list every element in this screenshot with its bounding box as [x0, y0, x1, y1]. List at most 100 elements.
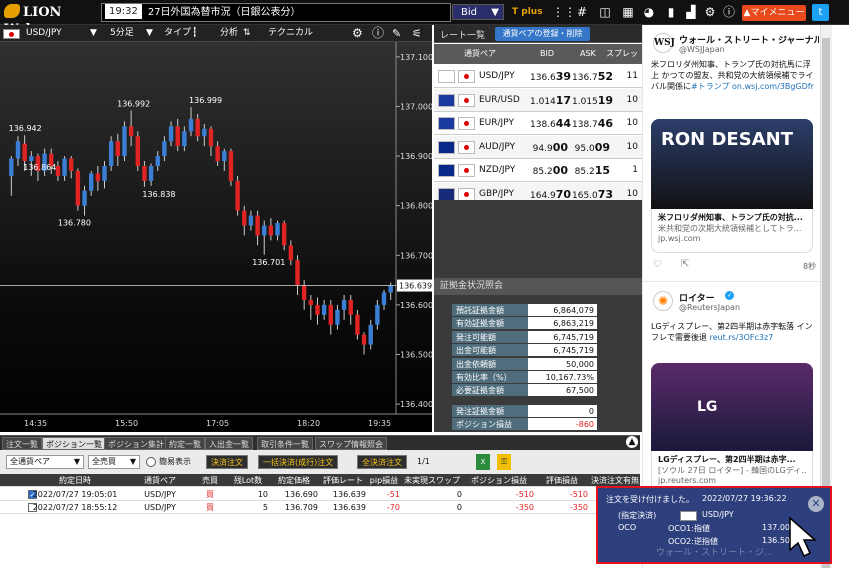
tab-bottom-1[interactable]: ポジション一覧 [42, 437, 106, 450]
rate-bid[interactable]: 1.01417 [530, 89, 571, 114]
chart-type-select[interactable]: タイプ [164, 25, 191, 42]
rate-bid[interactable]: 85.200 [530, 159, 568, 184]
collapse-icon[interactable]: ▲ [626, 436, 638, 448]
all-settle-button[interactable]: 全決済注文 [357, 455, 407, 469]
position-col-header[interactable]: 約定日時 [22, 474, 128, 487]
rate-pair[interactable]: AUD/JPY [479, 136, 515, 159]
technical-button[interactable]: テクニカル [268, 25, 313, 42]
price-chart[interactable]: 137.100 137.000 136.900 136.800 136.700 136.6… [0, 42, 432, 432]
news-headline[interactable]: 27日外国為替市況（日銀公表分） [148, 7, 301, 18]
side-filter-select[interactable]: 全売買 ▼ [88, 455, 140, 469]
tplus-logo[interactable]: T plus [512, 4, 546, 20]
rate-pair[interactable]: USD/JPY [479, 65, 515, 88]
tab-bottom-0[interactable]: 注文一覧 [2, 437, 42, 450]
hash-icon[interactable]: # [575, 5, 589, 19]
tweet-link[interactable]: reut.rs/3OFc3z7 [710, 333, 774, 342]
tab-bottom-6[interactable]: スワップ情報照会 [315, 437, 387, 450]
settle-order-button[interactable]: 決済注文 [206, 455, 248, 469]
candle-body [69, 158, 74, 171]
price-annotation: 136.780 [58, 219, 91, 228]
tab-bottom-3[interactable]: 約定一覧 [165, 437, 205, 450]
gear-icon[interactable]: ⚙ [703, 5, 717, 19]
bar-chart-icon[interactable]: ▮ [664, 5, 678, 19]
table-row[interactable]: ✓ 2022/07/27 19:05:01 USD/JPY 買 10 136.690 136… [0, 488, 640, 501]
settings-icon[interactable]: ⚙ [352, 25, 363, 42]
news-icon[interactable]: ◫ [598, 5, 612, 19]
tab-rate-list[interactable]: レート一覧 [440, 28, 485, 41]
rate-row[interactable]: USD/JPY 136.639 136.752 11 [434, 65, 642, 88]
cell-time: 2022/07/27 19:05:01 [32, 490, 118, 499]
rate-pair[interactable]: EUR/JPY [479, 112, 514, 135]
tweet-card[interactable]: 米フロリダ州知事、トランプ氏の対抗... 米共和党の次期大統領候補としてトラ..… [651, 209, 813, 253]
price-annotation: 136.838 [142, 190, 175, 199]
news-ticker[interactable]: 19:32 27日外国為替市況（日銀公表分） [101, 3, 451, 22]
tweet-author-handle[interactable]: @ReutersJapan [679, 303, 740, 312]
candlestick-chart[interactable]: 137.100 137.000 136.900 136.800 136.700 136.6… [0, 42, 432, 432]
position-col-header[interactable]: ポジション損益 [464, 474, 534, 487]
lock-icon[interactable]: ⚿ [497, 454, 511, 470]
rate-ask[interactable]: 136.752 [572, 65, 613, 90]
rate-row[interactable]: NZD/JPY 85.200 85.215 1 [434, 159, 642, 184]
info-icon[interactable]: ⓘ [722, 5, 736, 19]
rate-row[interactable]: EUR/USD 1.01417 1.01519 10 [434, 88, 642, 114]
share-icon[interactable]: ⇱ [681, 259, 689, 270]
grid-icon[interactable]: ⋮⋮ [552, 5, 576, 19]
my-menu-button[interactable]: ▲マイメニュー [742, 5, 806, 21]
table-row[interactable]: 2022/07/27 18:55:12 USD/JPY 買 5 136.709 136.6… [0, 501, 640, 514]
order-toast[interactable]: 注文を受け付けました。 2022/07/27 19:36:22 ✕ (指定決済)… [596, 486, 832, 564]
rate-bid[interactable]: 94.900 [530, 136, 568, 161]
rate-ask[interactable]: 1.01519 [572, 89, 613, 114]
chart-pair-select[interactable]: USD/JPY [26, 25, 62, 42]
position-col-header[interactable]: 未実現スワップ [402, 474, 462, 487]
analysis-select[interactable]: 分析 [220, 25, 238, 42]
rate-pair[interactable]: EUR/USD [479, 89, 520, 112]
position-col-header[interactable]: 残Lot数 [228, 474, 268, 487]
pen-icon[interactable]: ✎ [392, 25, 401, 42]
candle-body [22, 143, 27, 162]
pair-filter-select[interactable]: 全通貨ペア ▼ [6, 455, 84, 469]
tab-bottom-2[interactable]: ポジション集計 [104, 437, 168, 450]
rate-ask[interactable]: 85.215 [572, 159, 610, 184]
chart-pie-icon[interactable]: ◕ [642, 5, 656, 19]
position-col-header[interactable]: 売買 [196, 474, 224, 487]
bulk-settle-button[interactable]: 一括決済(成行)注文 [258, 455, 339, 469]
rate-ask[interactable]: 138.746 [572, 112, 613, 137]
paint-icon[interactable]: ▟ [684, 5, 698, 19]
rate-bid[interactable]: 138.644 [530, 112, 571, 137]
draw-tools-icon[interactable]: ⚟ [412, 25, 422, 42]
tweet-link[interactable]: #トランプ on.wsj.com/3BgGDfr [691, 82, 814, 91]
position-col-header[interactable]: pip損益 [368, 474, 400, 487]
simple-view-radio[interactable] [146, 457, 156, 467]
rate-pair[interactable]: NZD/JPY [479, 159, 515, 182]
position-header: 約定日時 通貨ペア 売買 残Lot数 約定価格 評価レート pip損益 未実現スワップ ポジショ… [0, 474, 640, 487]
margin-value: 6,863,219 [528, 317, 597, 330]
bid-ask-select[interactable]: Bid ▼ [452, 4, 504, 20]
rate-row[interactable]: AUD/JPY 94.900 95.009 10 [434, 135, 642, 161]
position-col-header[interactable]: 約定価格 [270, 474, 318, 487]
tab-register-pairs[interactable]: 通貨ペアの登録・削除 [495, 27, 590, 41]
top-bar: LION Web 19:32 27日外国為替市況（日銀公表分） Bid ▼ T p… [0, 0, 849, 37]
cell-swap: 0 [456, 490, 462, 499]
wsj-avatar[interactable]: WSJ [653, 33, 675, 53]
timeframe-select[interactable]: 5分足 [110, 25, 134, 42]
tweet-card-image[interactable]: LG [651, 363, 813, 451]
rate-row[interactable]: EUR/JPY 138.644 138.746 10 [434, 112, 642, 137]
heart-icon[interactable]: ♡ [653, 259, 662, 270]
tweet-card-image[interactable]: RON DESANT [651, 119, 813, 209]
tweet-author-handle[interactable]: @WSJJapan [679, 45, 725, 54]
schedule-icon[interactable]: ▦ [621, 5, 635, 19]
chevron-down-icon[interactable]: ▼ [90, 25, 97, 42]
reuters-avatar[interactable]: ✺ [653, 291, 673, 311]
close-icon[interactable]: ✕ [808, 496, 824, 512]
tab-bottom-5[interactable]: 取引条件一覧 [257, 437, 313, 450]
excel-export-icon[interactable]: X [476, 454, 490, 470]
rate-ask[interactable]: 95.009 [572, 136, 610, 161]
twitter-icon[interactable]: t [812, 4, 829, 21]
rate-bid[interactable]: 136.639 [530, 65, 571, 90]
position-col-header[interactable]: 評価損益 [536, 474, 588, 487]
position-col-header[interactable]: 通貨ペア [130, 474, 190, 487]
position-col-header[interactable]: 評価レート [320, 474, 366, 487]
info-icon[interactable]: ⓘ [372, 25, 384, 42]
tab-bottom-4[interactable]: 入出金一覧 [205, 437, 253, 450]
chevron-down-icon[interactable]: ▼ [146, 25, 153, 42]
